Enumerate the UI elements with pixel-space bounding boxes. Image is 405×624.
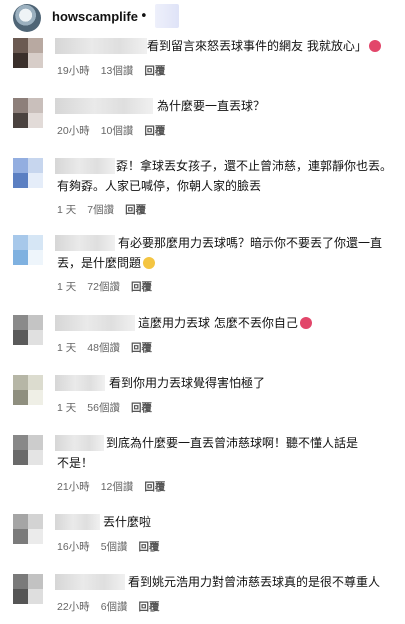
timestamp: 1 天 (57, 402, 77, 414)
comment-meta: 19小時 13個讚 回覆 (57, 63, 176, 78)
comment-item: 看到你用力丟球覺得害怕極了 1 天 56個讚 回覆 (0, 373, 405, 421)
reply-button[interactable]: 回覆 (139, 541, 160, 553)
reply-button[interactable]: 回覆 (131, 402, 152, 414)
like-count[interactable]: 12個讚 (101, 481, 134, 493)
reply-button[interactable]: 回覆 (144, 125, 165, 137)
comment-meta: 21小時 12個讚 回覆 (57, 479, 176, 494)
avatar[interactable] (13, 158, 43, 188)
reply-button[interactable]: 回覆 (144, 65, 165, 77)
commenter-name[interactable] (55, 514, 100, 530)
avatar[interactable] (13, 514, 43, 544)
comment-meta: 1 天 72個讚 回覆 (57, 279, 163, 294)
reply-button[interactable]: 回覆 (131, 281, 152, 293)
comment-item: 看到姚元浩用力對曾沛慈丟球真的是很不尊重人 22小時 6個讚 回覆 (0, 572, 405, 620)
timestamp: 1 天 (57, 342, 77, 354)
avatar[interactable] (13, 38, 43, 68)
comment-text: 這麼用力丟球 怎麼不丟你自己 (138, 313, 312, 333)
comment-item: 為什麼要一直丟球？ 20小時 10個讚 回覆 (0, 96, 405, 144)
username[interactable]: howscamplife (52, 9, 138, 24)
devil-emoji-icon (299, 317, 312, 329)
comment-text: 孬！拿球丟女孩子，還不止曾沛慈，連郭靜你也丟。 有夠孬。人家已喊停，你朝人家的臉… (57, 159, 393, 193)
comment-meta: 16小時 5個讚 回覆 (57, 539, 171, 554)
timestamp: 1 天 (57, 281, 77, 293)
like-count[interactable]: 56個讚 (87, 402, 120, 414)
commenter-name[interactable] (55, 315, 135, 331)
comment-meta: 1 天 56個讚 回覆 (57, 400, 163, 415)
avatar[interactable] (13, 574, 43, 604)
timestamp: 22小時 (57, 601, 90, 613)
like-count[interactable]: 13個讚 (101, 65, 134, 77)
reply-button[interactable]: 回覆 (131, 342, 152, 354)
comment-meta: 20小時 10個讚 回覆 (57, 123, 176, 138)
timestamp: 16小時 (57, 541, 90, 553)
timestamp: 1 天 (57, 204, 77, 216)
smile-emoji-icon (143, 257, 156, 269)
like-count[interactable]: 72個讚 (87, 281, 120, 293)
comment-text: 有必要那麼用力丟球嗎？暗示你不要丟了你還一直 丟，是什麼問題 (57, 236, 383, 270)
like-count[interactable]: 48個讚 (87, 342, 120, 354)
comment-text: 看到留言來怒丟球事件的網友 我就放心」 (147, 36, 381, 56)
like-count[interactable]: 10個讚 (101, 125, 134, 137)
comment-meta: 1 天 7個讚 回覆 (57, 202, 157, 217)
like-count[interactable]: 7個讚 (87, 204, 114, 216)
comment-item: 到底為什麼要一直丟曾沛慈球啊！聽不懂人話是 不是！ 21小時 12個讚 回覆 (0, 433, 405, 501)
comment-item: 這麼用力丟球 怎麼不丟你自己 1 天 48個讚 回覆 (0, 313, 405, 361)
timestamp: 20小時 (57, 125, 90, 137)
reply-button[interactable]: 回覆 (139, 601, 160, 613)
reply-button[interactable]: 回覆 (144, 481, 165, 493)
avatar[interactable] (13, 235, 43, 265)
like-count[interactable]: 6個讚 (101, 601, 128, 613)
reply-button[interactable]: 回覆 (125, 204, 146, 216)
avatar[interactable] (13, 375, 43, 405)
comment-meta: 1 天 48個讚 回覆 (57, 340, 163, 355)
comment-text: 看到姚元浩用力對曾沛慈丟球真的是很不尊重人 (128, 575, 381, 589)
comment-text: 看到你用力丟球覺得害怕極了 (109, 376, 266, 390)
comment-item: 丟什麼啦 16小時 5個讚 回覆 (0, 512, 405, 560)
comment-item: 孬！拿球丟女孩子，還不止曾沛慈，連郭靜你也丟。 有夠孬。人家已喊停，你朝人家的臉… (0, 156, 405, 224)
avatar[interactable] (13, 435, 43, 465)
separator-dot: • (140, 9, 148, 24)
avatar[interactable] (13, 315, 43, 345)
comment-text: 丟什麼啦 (103, 515, 152, 529)
commenter-name[interactable] (55, 38, 147, 54)
comment-meta: 22小時 6個讚 回覆 (57, 599, 171, 614)
devil-emoji-icon (368, 40, 381, 52)
follow-button[interactable] (155, 4, 179, 28)
commenter-name[interactable] (55, 574, 125, 590)
timestamp: 21小時 (57, 481, 90, 493)
profile-avatar[interactable] (13, 4, 41, 32)
comment-item: 有必要那麼用力丟球嗎？暗示你不要丟了你還一直 丟，是什麼問題 1 天 72個讚 回覆 (0, 233, 405, 301)
comment-text: 到底為什麼要一直丟曾沛慈球啊！聽不懂人話是 不是！ (57, 436, 359, 470)
commenter-name[interactable] (55, 375, 105, 391)
commenter-name[interactable] (55, 98, 153, 114)
timestamp: 19小時 (57, 65, 90, 77)
like-count[interactable]: 5個讚 (101, 541, 128, 553)
avatar[interactable] (13, 98, 43, 128)
post-header: howscamplife • (0, 0, 405, 36)
comment-text: 為什麼要一直丟球？ (157, 99, 266, 113)
comment-item: 看到留言來怒丟球事件的網友 我就放心」 19小時 13個讚 回覆 (0, 36, 405, 84)
